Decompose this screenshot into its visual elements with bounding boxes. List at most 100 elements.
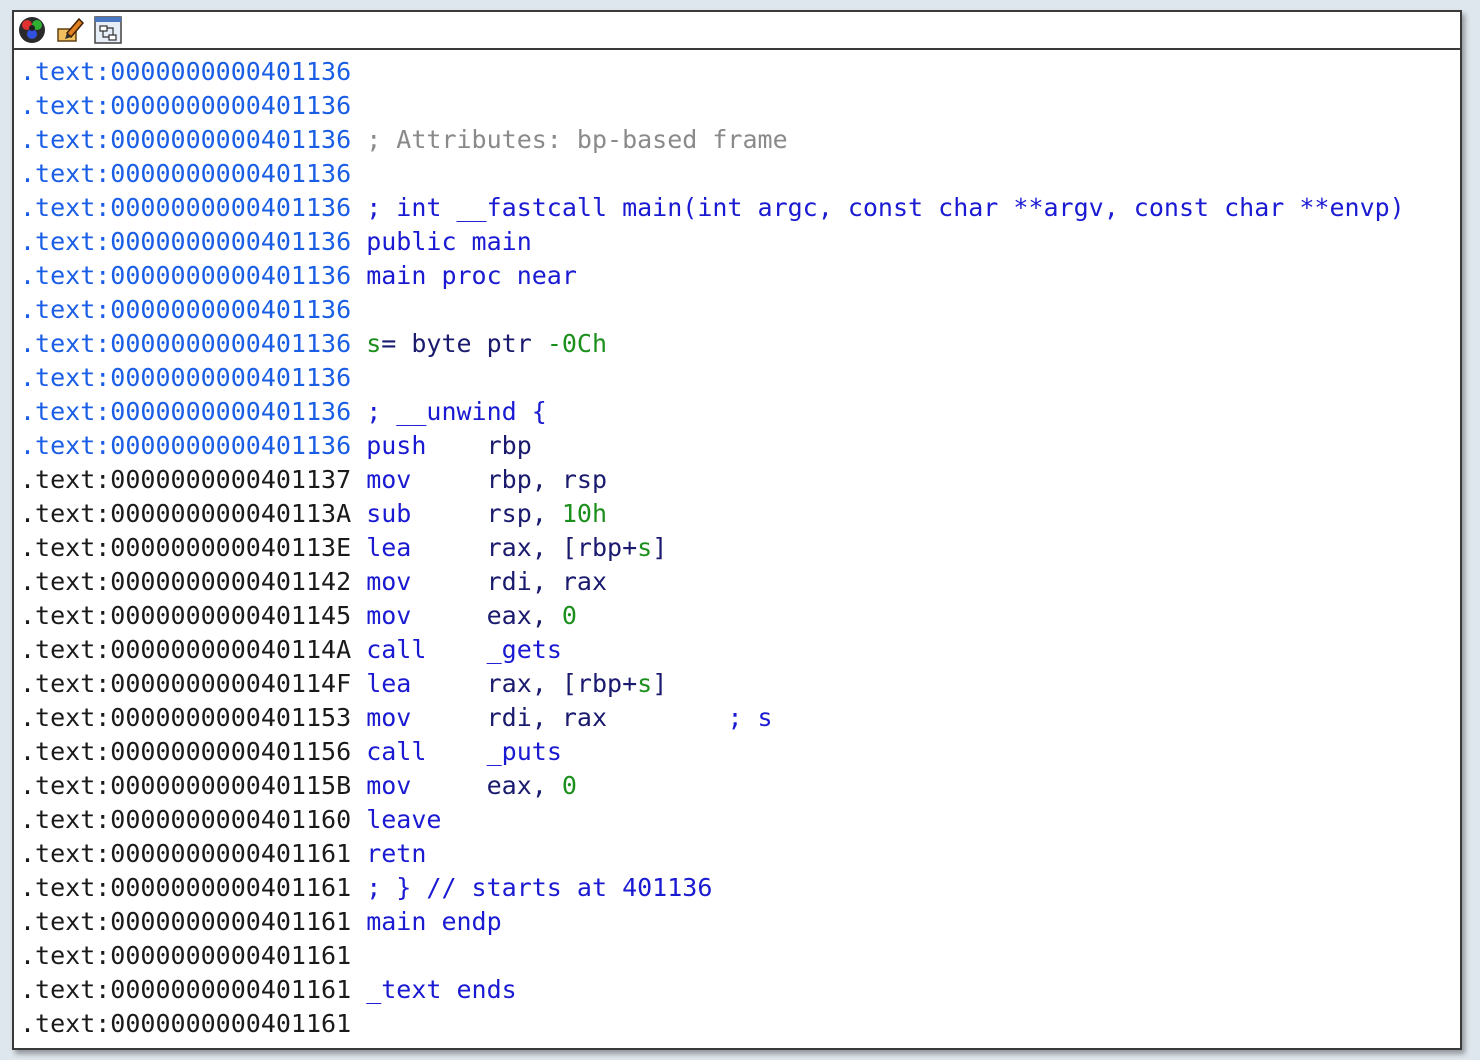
line-token: ; Attributes: bp-based frame <box>351 125 788 154</box>
line-token: ] <box>652 533 668 562</box>
listing-line[interactable]: .text:0000000000401156 call _puts <box>20 735 1460 769</box>
flowchart-icon[interactable] <box>92 15 124 45</box>
listing-line[interactable]: .text:0000000000401153 mov rdi, rax ; s <box>20 701 1460 735</box>
line-token: _puts <box>486 737 562 766</box>
line-address: .text:0000000000401136 <box>20 431 352 460</box>
line-token: lea <box>351 669 487 698</box>
line-token: eax, <box>486 771 562 800</box>
line-token: eax, <box>486 601 562 630</box>
line-token: _gets <box>486 635 562 664</box>
line-address: .text:0000000000401136 <box>20 91 352 120</box>
listing-line[interactable]: .text:0000000000401161 <box>20 939 1460 973</box>
listing-line[interactable]: .text:0000000000401136 <box>20 89 1460 123</box>
line-address: .text:0000000000401136 <box>20 57 352 86</box>
disassembly-listing[interactable]: .text:0000000000401136 .text:000000000040… <box>14 50 1460 1041</box>
line-address: .text:0000000000401161 <box>20 873 352 902</box>
listing-line[interactable]: .text:0000000000401161 retn <box>20 837 1460 871</box>
line-token: -0Ch <box>546 329 608 358</box>
line-address: .text:0000000000401161 <box>20 975 352 1004</box>
listing-line[interactable]: .text:000000000040115B mov eax, 0 <box>20 769 1460 803</box>
listing-line[interactable]: .text:0000000000401136 <box>20 157 1460 191</box>
line-token: push <box>351 431 487 460</box>
line-token: 0 <box>561 601 577 630</box>
listing-line[interactable]: .text:000000000040114A call _gets <box>20 633 1460 667</box>
line-address: .text:0000000000401136 <box>20 329 352 358</box>
line-address: .text:000000000040115B <box>20 771 352 800</box>
line-token: leave <box>351 805 442 834</box>
line-address: .text:0000000000401136 <box>20 363 352 392</box>
line-token: 10h <box>561 499 608 528</box>
listing-line[interactable]: .text:0000000000401161 _text ends <box>20 973 1460 1007</box>
line-address: .text:000000000040113E <box>20 533 352 562</box>
listing-line[interactable]: .text:0000000000401136 push rbp <box>20 429 1460 463</box>
line-address: .text:0000000000401136 <box>20 125 352 154</box>
line-address: .text:0000000000401136 <box>20 295 352 324</box>
line-address: .text:0000000000401136 <box>20 397 352 426</box>
line-token: _text ends <box>351 975 517 1004</box>
listing-line[interactable]: .text:0000000000401136 main proc near <box>20 259 1460 293</box>
line-token: mov <box>351 703 487 732</box>
line-token: mov <box>351 567 487 596</box>
line-token: call <box>351 635 487 664</box>
line-address: .text:000000000040114A <box>20 635 352 664</box>
line-token: rdi, rax <box>486 703 608 732</box>
line-address: .text:0000000000401156 <box>20 737 352 766</box>
listing-line[interactable]: .text:000000000040114F lea rax, [rbp+s] <box>20 667 1460 701</box>
line-token: s <box>351 329 382 358</box>
line-token: s <box>637 669 653 698</box>
listing-line[interactable]: .text:000000000040113E lea rax, [rbp+s] <box>20 531 1460 565</box>
line-token: s <box>637 533 653 562</box>
line-address: .text:0000000000401161 <box>20 907 352 936</box>
line-token: ; __unwind { <box>351 397 547 426</box>
edit-pencil-icon[interactable] <box>54 15 86 45</box>
toolbar <box>14 12 1460 50</box>
line-address: .text:0000000000401142 <box>20 567 352 596</box>
line-address: .text:000000000040114F <box>20 669 352 698</box>
listing-line[interactable]: .text:0000000000401136 <box>20 55 1460 89</box>
line-token: rsp, <box>486 499 562 528</box>
line-address: .text:0000000000401136 <box>20 261 352 290</box>
line-token: sub <box>351 499 487 528</box>
line-token: ; s <box>607 703 773 732</box>
listing-line[interactable]: .text:0000000000401136 ; __unwind { <box>20 395 1460 429</box>
line-token: ; } // starts at 401136 <box>351 873 713 902</box>
line-token: lea <box>351 533 487 562</box>
listing-line[interactable]: .text:0000000000401136 <box>20 293 1460 327</box>
line-token: rbp, rsp <box>486 465 608 494</box>
listing-line[interactable]: .text:0000000000401142 mov rdi, rax <box>20 565 1460 599</box>
line-token: 0 <box>561 771 577 800</box>
line-address: .text:0000000000401145 <box>20 601 352 630</box>
line-address: .text:0000000000401137 <box>20 465 352 494</box>
line-token: retn <box>351 839 427 868</box>
line-address: .text:0000000000401161 <box>20 839 352 868</box>
line-address: .text:0000000000401160 <box>20 805 352 834</box>
listing-line[interactable]: .text:0000000000401161 ; } // starts at … <box>20 871 1460 905</box>
listing-line[interactable]: .text:0000000000401136 <box>20 361 1460 395</box>
listing-line[interactable]: .text:0000000000401136 ; Attributes: bp-… <box>20 123 1460 157</box>
listing-line[interactable]: .text:0000000000401136 ; int __fastcall … <box>20 191 1460 225</box>
line-token: rax, [rbp+ <box>486 669 638 698</box>
listing-line[interactable]: .text:0000000000401161 <box>20 1007 1460 1041</box>
line-address: .text:0000000000401161 <box>20 941 352 970</box>
listing-line[interactable]: .text:0000000000401137 mov rbp, rsp <box>20 463 1460 497</box>
listing-line[interactable]: .text:0000000000401161 main endp <box>20 905 1460 939</box>
line-token: ] <box>652 669 668 698</box>
listing-line[interactable]: .text:0000000000401136 s= byte ptr -0Ch <box>20 327 1460 361</box>
line-address: .text:0000000000401153 <box>20 703 352 732</box>
line-address: .text:0000000000401136 <box>20 159 352 188</box>
line-token: mov <box>351 601 487 630</box>
listing-line[interactable]: .text:0000000000401160 leave <box>20 803 1460 837</box>
listing-line[interactable]: .text:0000000000401145 mov eax, 0 <box>20 599 1460 633</box>
line-token: rax, [rbp+ <box>486 533 638 562</box>
disassembly-window: .text:0000000000401136 .text:000000000040… <box>12 10 1462 1050</box>
line-token: main endp <box>351 907 502 936</box>
line-token: ; int __fastcall main(int argc, const ch… <box>351 193 1405 222</box>
line-token: mov <box>351 771 487 800</box>
listing-line[interactable]: .text:0000000000401136 public main <box>20 225 1460 259</box>
graph-view-icon[interactable] <box>16 15 48 45</box>
line-address: .text:0000000000401161 <box>20 1009 352 1038</box>
line-token: main proc near <box>351 261 577 290</box>
line-address: .text:0000000000401136 <box>20 227 352 256</box>
listing-line[interactable]: .text:000000000040113A sub rsp, 10h <box>20 497 1460 531</box>
line-address: .text:000000000040113A <box>20 499 352 528</box>
